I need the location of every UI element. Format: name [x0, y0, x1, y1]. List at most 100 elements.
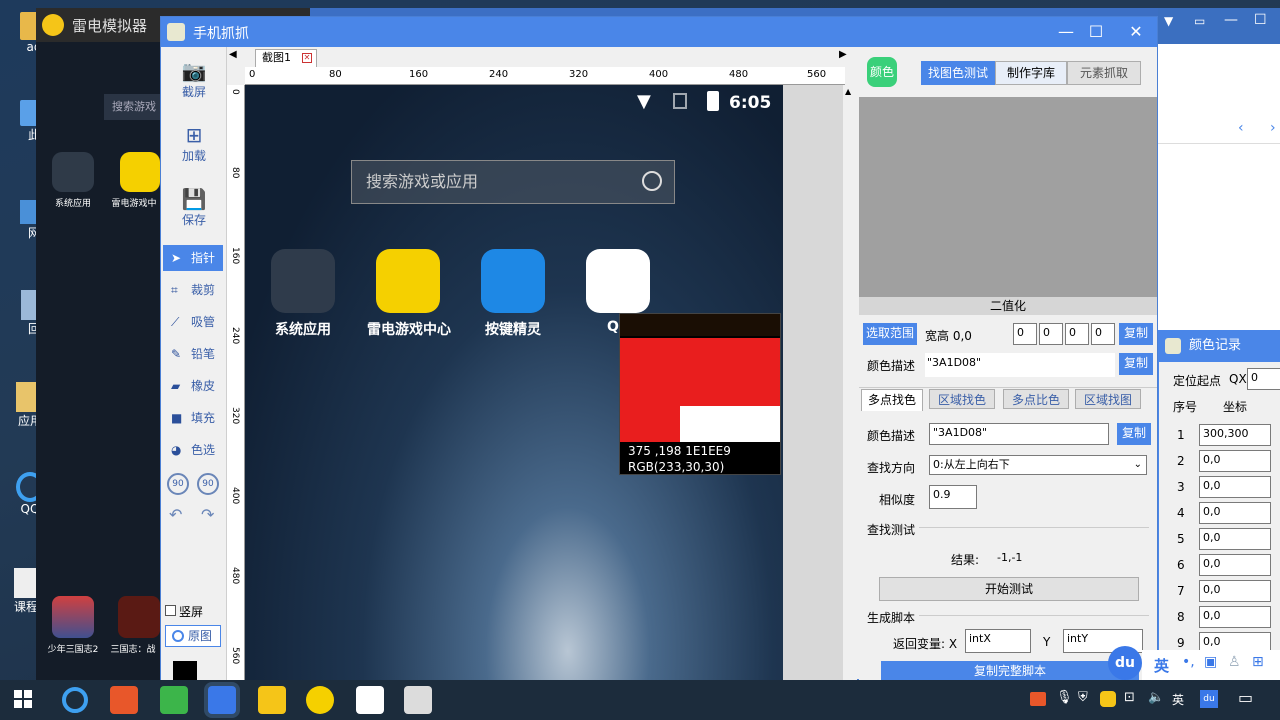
- undo-icon[interactable]: ↶: [169, 505, 182, 524]
- subtab-multi-point-compare[interactable]: 多点比色: [1003, 389, 1069, 409]
- app-taskbar-icon[interactable]: [110, 686, 138, 714]
- row-coord-input[interactable]: 0,0: [1199, 450, 1271, 472]
- system-apps-icon[interactable]: [52, 152, 94, 192]
- subtab-multi-point-color[interactable]: 多点找色: [861, 389, 923, 411]
- redo-icon[interactable]: ↷: [201, 505, 214, 524]
- screenshot-button[interactable]: 📷 截屏: [165, 59, 223, 100]
- ime-toolbar[interactable]: 英 •, ▣ ♙ ⊞: [1142, 650, 1280, 680]
- var-x-input[interactable]: intX: [965, 629, 1031, 653]
- code-taskbar-icon[interactable]: [356, 686, 384, 714]
- chevron-down-icon[interactable]: ▼: [1164, 14, 1173, 28]
- phone-capture-taskbar-icon[interactable]: [208, 686, 236, 714]
- color-desc-input[interactable]: "3A1D08": [929, 423, 1109, 445]
- range-input-2[interactable]: 0: [1039, 323, 1063, 345]
- row-coord-input[interactable]: 0,0: [1199, 580, 1271, 602]
- ime-logo[interactable]: du: [1108, 646, 1142, 680]
- notification-icon[interactable]: ▭: [1238, 688, 1253, 707]
- start-test-button[interactable]: 开始测试: [879, 577, 1139, 601]
- ime-lang[interactable]: 英: [1154, 655, 1169, 676]
- minimize-button[interactable]: —: [1051, 21, 1081, 43]
- tab-scroll-left-icon[interactable]: ◀: [229, 49, 237, 60]
- color-record-titlebar[interactable]: 颜色记录: [1159, 330, 1280, 362]
- phone-screenshot-canvas[interactable]: ▼ 6:05 搜索游戏或应用 系统应用 雷电游戏中心 按键精灵 Q 375 ,1…: [245, 85, 783, 681]
- tool-eraser[interactable]: ▰ 橡皮: [163, 373, 223, 399]
- canvas-scrollbar[interactable]: ▲: [843, 85, 857, 681]
- tool-color-select[interactable]: ◕ 色选: [163, 437, 223, 463]
- tab-element-capture[interactable]: 元素抓取: [1067, 61, 1141, 85]
- maximize-icon[interactable]: ☐: [1254, 12, 1267, 28]
- emulator-search-input[interactable]: 搜索游戏: [104, 94, 160, 120]
- emulator-tray-icon[interactable]: [1100, 691, 1116, 707]
- background-window-titlebar[interactable]: ▼ ▭ — ☐: [1158, 8, 1280, 44]
- tool-crop[interactable]: ⌗ 裁剪: [163, 277, 223, 303]
- tool-pencil[interactable]: ✎ 铅笔: [163, 341, 223, 367]
- tool-pointer[interactable]: ➤ 指针: [163, 245, 223, 271]
- close-button[interactable]: ✕: [1121, 21, 1151, 43]
- color-mode-button[interactable]: 颜色: [867, 57, 897, 87]
- game-sgz2-icon[interactable]: [52, 596, 94, 638]
- portrait-checkbox[interactable]: [165, 605, 176, 616]
- rotate-right-button[interactable]: 90: [197, 473, 219, 495]
- editor-taskbar-icon[interactable]: [160, 686, 188, 714]
- tool-fill[interactable]: ■ 填充: [163, 405, 223, 431]
- ld-game-center-icon[interactable]: [376, 249, 440, 313]
- volume-icon[interactable]: 🔈: [1148, 690, 1164, 705]
- microphone-icon[interactable]: 🎙: [1056, 690, 1073, 705]
- row-coord-input[interactable]: 0,0: [1199, 502, 1271, 524]
- row-coord-input[interactable]: 0,0: [1199, 606, 1271, 628]
- scroll-up-icon[interactable]: ▲: [845, 87, 851, 96]
- range-input-1[interactable]: 0: [1013, 323, 1037, 345]
- game-sgz-icon[interactable]: [118, 596, 160, 638]
- calculator-taskbar-icon[interactable]: [404, 686, 432, 714]
- tab-scroll-right-icon[interactable]: ▶: [839, 49, 847, 60]
- game-center-taskbar-icon[interactable]: [306, 686, 334, 714]
- minimize-icon[interactable]: —: [1224, 12, 1238, 28]
- load-button[interactable]: ⊞ 加载: [165, 123, 223, 164]
- network-icon[interactable]: ⊡: [1124, 690, 1135, 705]
- row-coord-input[interactable]: 0,0: [1199, 554, 1271, 576]
- screen-icon[interactable]: ▣: [1204, 654, 1217, 670]
- punctuation-icon[interactable]: •,: [1182, 654, 1195, 670]
- chevron-left-icon[interactable]: ‹: [1238, 120, 1244, 136]
- row-coord-input[interactable]: 300,300: [1199, 424, 1271, 446]
- row-coord-input[interactable]: 0,0: [1199, 476, 1271, 498]
- ld-game-center-icon[interactable]: [120, 152, 160, 192]
- search-icon[interactable]: [642, 171, 662, 191]
- tab-close-icon[interactable]: ✕: [302, 53, 312, 63]
- row-coord-input[interactable]: 0,0: [1199, 528, 1271, 550]
- maximize-button[interactable]: ☐: [1081, 21, 1111, 43]
- original-image-button[interactable]: 原图: [165, 625, 221, 647]
- range-input-3[interactable]: 0: [1065, 323, 1089, 345]
- qx-input[interactable]: 0: [1247, 368, 1280, 390]
- save-button[interactable]: 💾 保存: [165, 187, 223, 228]
- range-input-4[interactable]: 0: [1091, 323, 1115, 345]
- tray-lang[interactable]: 英: [1172, 691, 1184, 708]
- copy-color-desc-button[interactable]: 复制: [1117, 423, 1151, 445]
- emulator-taskbar-icon[interactable]: [258, 686, 286, 714]
- copy-full-script-button[interactable]: 复制完整脚本: [881, 661, 1139, 681]
- rotate-left-button[interactable]: 90: [167, 473, 189, 495]
- qq-app-icon[interactable]: [586, 249, 650, 313]
- find-direction-select[interactable]: 0:从左上向右下 ⌄: [929, 455, 1147, 475]
- user-icon[interactable]: ♙: [1228, 654, 1241, 670]
- tool-eyedropper[interactable]: ⟋ 吸管: [163, 309, 223, 335]
- key-wizard-icon[interactable]: [481, 249, 545, 313]
- copy-range-button[interactable]: 复制: [1119, 323, 1153, 345]
- search-bar[interactable]: 搜索游戏或应用: [351, 160, 675, 204]
- restore-icon[interactable]: ▭: [1194, 14, 1205, 28]
- similarity-input[interactable]: 0.9: [929, 485, 977, 509]
- shield-icon[interactable]: ⛨: [1078, 690, 1088, 705]
- window-titlebar[interactable]: 手机抓抓 — ☐ ✕: [161, 17, 1157, 47]
- tab-make-font-lib[interactable]: 制作字库: [995, 61, 1067, 85]
- color-swatch[interactable]: [173, 661, 197, 681]
- chevron-right-icon[interactable]: ›: [1270, 120, 1276, 136]
- grid-icon[interactable]: ⊞: [1252, 654, 1264, 670]
- copy-desc-button[interactable]: 复制: [1119, 353, 1153, 375]
- tab-find-color-test[interactable]: 找图色测试: [921, 61, 995, 85]
- tray-app-icon[interactable]: [1030, 692, 1046, 706]
- browser-taskbar-icon[interactable]: [62, 687, 88, 713]
- ime-tray-icon[interactable]: du: [1200, 690, 1218, 708]
- system-apps-icon[interactable]: [271, 249, 335, 313]
- subtab-region-image[interactable]: 区域找图: [1075, 389, 1141, 409]
- tab-screenshot-1[interactable]: 截图1 ✕: [255, 49, 317, 67]
